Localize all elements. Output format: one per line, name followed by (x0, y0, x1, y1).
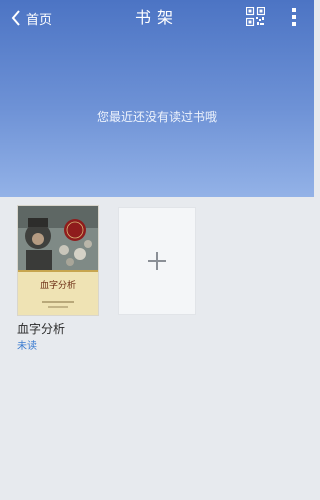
plus-icon (148, 252, 166, 270)
book-cover[interactable]: 血字分析 (17, 205, 99, 316)
page-title: 书架 (134, 8, 179, 27)
book-cover-illustration (18, 206, 98, 315)
bookshelf-header: 首页 书架 您最近还没有读过书哦 (0, 0, 314, 197)
bookshelf-grid: 血字分析 血字分析 未读 (0, 197, 314, 500)
empty-shelf-message: 您最近还没有读过书哦 (96, 110, 217, 124)
qr-code-icon[interactable] (246, 7, 265, 26)
top-bar: 首页 书架 (0, 0, 314, 36)
book-title[interactable]: 血字分析 (17, 320, 65, 337)
more-vertical-icon[interactable] (287, 6, 301, 28)
add-book-button[interactable] (118, 207, 196, 315)
book-status: 未读 (17, 341, 37, 352)
book-cover-title: 血字分析 (39, 281, 76, 291)
